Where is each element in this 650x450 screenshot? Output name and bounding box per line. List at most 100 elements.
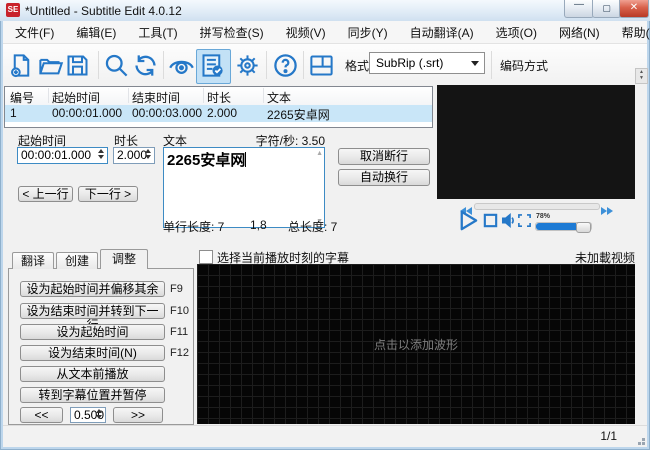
open-folder-icon [37,66,64,83]
scroll-up-icon[interactable]: ▲ [316,150,323,157]
new-file-icon [8,66,35,83]
layout-button[interactable] [308,52,335,79]
unbreak-button[interactable]: 取消断行 [338,148,430,165]
cursor-position: 1,8 [250,218,267,232]
menu-options[interactable]: 选项(O) [496,24,537,41]
visual-sync-button[interactable] [168,52,195,79]
waveform-panel[interactable]: 点击以添加波形 [197,264,635,424]
format-select[interactable]: SubRip (.srt) [369,52,485,74]
toolbar-separator [266,51,267,79]
tab-create[interactable]: 创建 [56,252,98,269]
set-start-time-button[interactable]: 设为起始时间 [20,324,165,340]
menu-bar: 文件(F) 编辑(E) 工具(T) 拼写检查(S) 视频(V) 同步(Y) 自动… [3,21,647,44]
video-display[interactable] [437,85,635,199]
f9-shortcut: F9 [170,283,183,295]
find-button[interactable] [103,52,130,79]
nudge-back-button[interactable]: << [20,407,63,423]
start-time-value: 00:00:01.000 [21,148,91,162]
menu-sync[interactable]: 同步(Y) [348,24,388,41]
goto-subtitle-pause-button[interactable]: 转到字幕位置并暂停 [20,387,165,403]
close-button[interactable]: ✕ [619,0,649,18]
maximize-icon: ▢ [602,3,611,13]
column-divider [203,88,204,103]
replace-button[interactable] [132,52,159,79]
col-duration-header[interactable]: 时长 [207,89,231,106]
column-divider [48,88,49,103]
spinner-arrows-icon[interactable] [94,409,103,419]
layout-icon [308,66,335,83]
menu-tools[interactable]: 工具(T) [138,24,177,41]
cell-end: 00:00:03.000 [132,106,202,120]
menu-video[interactable]: 视频(V) [286,24,326,41]
save-button[interactable] [64,52,91,79]
prev-line-button[interactable]: < 上一行 [18,186,73,202]
chevron-down-icon [471,61,479,66]
set-start-offset-rest-button[interactable]: 设为起始时间并偏移其余 [20,281,165,297]
seek-forward-icon[interactable] [601,202,613,220]
subtitle-text-input[interactable]: 2265安卓网 ▲ ▼ [163,147,325,228]
col-start-header[interactable]: 起始时间 [52,89,100,106]
mute-button[interactable] [500,212,517,229]
app-icon: SE [6,3,20,17]
menu-edit[interactable]: 编辑(E) [76,24,116,41]
volume-slider[interactable] [535,222,592,231]
resize-grip[interactable] [642,442,645,445]
spell-check-icon [199,66,226,83]
play-before-text-button[interactable]: 从文本前播放 [20,366,165,382]
menu-autotranslate[interactable]: 自动翻译(A) [410,24,474,41]
cell-duration: 2.000 [207,106,237,120]
toolbar-overflow-scrollbar[interactable]: ▲▼ [635,68,648,84]
fullscreen-icon [517,213,532,228]
f10-shortcut: F10 [170,305,189,317]
spinner-arrows-icon[interactable] [96,149,105,159]
step-spinner[interactable]: 0.500 [70,407,106,423]
waveform-hint: 点击以添加波形 [197,336,635,353]
column-divider [128,88,129,103]
volume-thumb[interactable] [576,222,591,233]
set-end-goto-next-button[interactable]: 设为结束时间并转到下一行 [20,303,165,319]
select-current-subtitle-checkbox[interactable] [199,250,213,264]
autowrap-button[interactable]: 自动换行 [338,169,430,186]
spinner-arrows-icon[interactable] [143,149,152,159]
new-file-button[interactable] [8,52,35,79]
speaker-icon [500,212,517,229]
tab-translate[interactable]: 翻译 [12,252,54,269]
video-seek-bar[interactable] [474,203,600,210]
page-indicator: 1/1 [600,429,617,443]
menu-file[interactable]: 文件(F) [15,24,54,41]
visual-sync-icon [168,66,195,83]
fullscreen-button[interactable] [517,213,532,228]
title-bar[interactable]: SE *Untitled - Subtitle Edit 4.0.12 [0,0,650,21]
menu-spellcheck[interactable]: 拼写检查(S) [200,24,264,41]
settings-button[interactable] [234,52,261,79]
minimize-button[interactable]: — [564,0,594,18]
menu-network[interactable]: 网络(N) [559,24,600,41]
spell-check-button[interactable] [199,52,226,79]
format-label: 格式 [345,57,369,74]
set-end-time-button[interactable]: 设为结束时间(N) [20,345,165,361]
cell-text: 2265安卓网 [267,106,330,123]
table-row[interactable]: 1 00:00:01.000 00:00:03.000 2.000 2265安卓… [5,105,432,122]
col-end-header[interactable]: 结束时间 [132,89,180,106]
duration-spinner[interactable]: 2.000 [113,147,155,164]
toolbar: 格式 SubRip (.srt) 编码方式 ▲▼ [3,44,647,86]
app-window: SE *Untitled - Subtitle Edit 4.0.12 — ▢ … [0,0,650,450]
menu-help[interactable]: 帮助(H) [622,24,650,41]
subtitle-list: 编号 起始时间 结束时间 时长 文本 1 00:00:01.000 00:00:… [4,86,433,128]
cell-number: 1 [10,106,17,120]
total-length: 总长度: 7 [288,218,337,235]
next-line-button[interactable]: 下一行 > [78,186,138,202]
nudge-forward-button[interactable]: >> [113,407,163,423]
col-number-header[interactable]: 编号 [10,89,34,106]
tab-adjust[interactable]: 调整 [100,249,148,269]
search-icon [103,66,130,83]
single-line-length: 单行长度: 7 [163,218,224,235]
help-button[interactable] [272,52,299,79]
open-file-button[interactable] [37,52,64,79]
start-time-spinner[interactable]: 00:00:01.000 [17,147,108,164]
play-button[interactable] [456,209,479,232]
maximize-button[interactable]: ▢ [592,0,621,18]
column-divider [263,88,264,103]
stop-button[interactable] [482,212,499,229]
col-text-header[interactable]: 文本 [267,89,291,106]
